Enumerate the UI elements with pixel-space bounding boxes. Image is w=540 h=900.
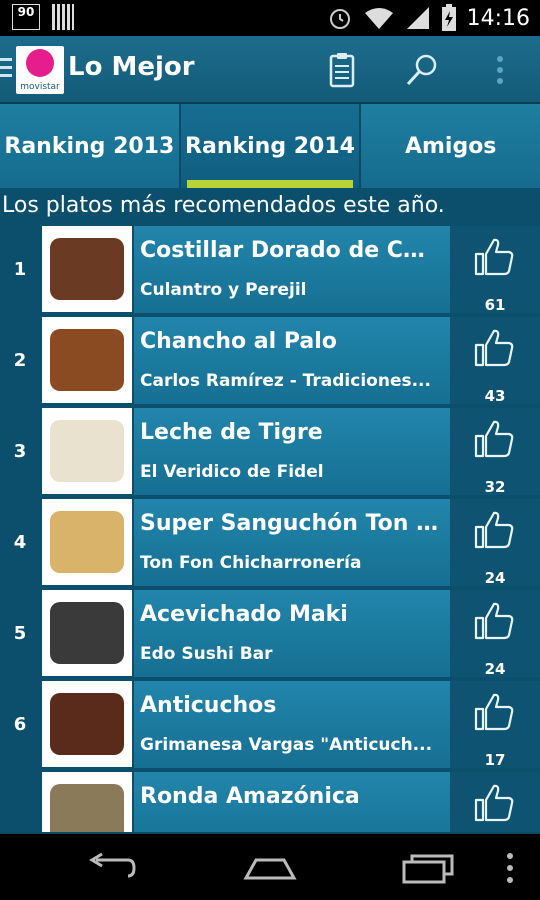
like-count: 24 xyxy=(484,660,506,678)
list-item[interactable]: 6 Anticuchos Grimanesa Vargas "Anticuch.… xyxy=(0,679,540,770)
like-button[interactable]: 32 xyxy=(450,408,540,496)
tab-amigos[interactable]: Amigos xyxy=(361,104,540,188)
clipboard-icon[interactable] xyxy=(322,50,362,90)
dish-info[interactable]: Acevichado Maki Edo Sushi Bar xyxy=(134,590,450,677)
overflow-menu-icon[interactable] xyxy=(490,848,530,888)
list-item[interactable]: 2 Chancho al Palo Carlos Ramírez - Tradi… xyxy=(0,315,540,406)
thumbs-up-icon xyxy=(474,784,514,822)
list-item[interactable]: 3 Leche de Tigre El Veridico de Fidel 32 xyxy=(0,406,540,497)
dish-info[interactable]: Costillar Dorado de Cor... Culantro y Pe… xyxy=(134,226,450,313)
dish-photo xyxy=(42,772,132,832)
like-button[interactable]: 61 xyxy=(450,226,540,314)
like-count: 24 xyxy=(484,569,506,587)
tab-label: Amigos xyxy=(404,133,497,159)
recent-apps-icon[interactable] xyxy=(398,848,458,888)
like-button[interactable]: 43 xyxy=(450,317,540,405)
alarm-icon xyxy=(329,9,350,29)
app-bar: movistar Lo Mejor xyxy=(0,36,540,104)
dish-name: Ronda Amazónica xyxy=(140,784,360,809)
dish-name: Acevichado Maki xyxy=(140,602,348,627)
dish-photo xyxy=(42,499,132,585)
thumbs-up-icon xyxy=(474,693,514,731)
notification-badge: 90 xyxy=(12,4,40,30)
thumbs-up-icon xyxy=(474,329,514,367)
system-nav-bar xyxy=(0,832,540,900)
overflow-menu-icon[interactable] xyxy=(480,50,520,90)
dish-name: Costillar Dorado de Cor... xyxy=(140,238,440,263)
barcode-icon xyxy=(52,4,74,30)
dish-photo xyxy=(42,590,132,676)
restaurant-name: Culantro y Perejil xyxy=(140,280,307,300)
restaurant-name: Grimanesa Vargas "Anticuch... xyxy=(140,735,433,755)
wifi-icon xyxy=(364,8,393,29)
like-count: 17 xyxy=(484,751,506,769)
dish-photo xyxy=(42,317,132,403)
rank-number: 6 xyxy=(0,679,40,770)
signal-icon xyxy=(406,7,429,29)
like-button[interactable] xyxy=(450,772,540,832)
tab-label: Ranking 2013 xyxy=(4,133,175,159)
restaurant-name: El Veridico de Fidel xyxy=(140,462,324,482)
tab-label: Ranking 2014 xyxy=(185,133,355,159)
rank-number: 4 xyxy=(0,497,40,588)
tab-bar: Ranking 2013 Ranking 2014 Amigos xyxy=(0,104,540,188)
app-logo[interactable]: movistar xyxy=(16,46,64,94)
like-button[interactable]: 17 xyxy=(450,681,540,769)
active-tab-indicator xyxy=(186,180,354,188)
battery-icon xyxy=(441,4,456,31)
list-item[interactable]: 5 Acevichado Maki Edo Sushi Bar 24 xyxy=(0,588,540,679)
dish-info[interactable]: Super Sanguchón Ton F... Ton Fon Chichar… xyxy=(134,499,450,586)
restaurant-name: Ton Fon Chicharronería xyxy=(140,553,362,573)
list-item[interactable]: 1 Costillar Dorado de Cor... Culantro y … xyxy=(0,224,540,315)
search-icon[interactable] xyxy=(402,50,442,90)
home-icon[interactable] xyxy=(240,848,300,888)
dish-info[interactable]: Ronda Amazónica xyxy=(134,772,450,832)
dish-photo xyxy=(42,681,132,767)
clock: 14:16 xyxy=(466,5,530,31)
dish-name: Chancho al Palo xyxy=(140,329,337,354)
like-button[interactable]: 24 xyxy=(450,590,540,678)
dish-photo xyxy=(42,226,132,312)
tab-ranking-2013[interactable]: Ranking 2013 xyxy=(0,104,181,188)
like-count: 32 xyxy=(484,478,506,496)
dish-info[interactable]: Chancho al Palo Carlos Ramírez - Tradici… xyxy=(134,317,450,404)
page-title: Lo Mejor xyxy=(68,52,195,82)
rank-number: 5 xyxy=(0,588,40,679)
ranking-list[interactable]: 1 Costillar Dorado de Cor... Culantro y … xyxy=(0,224,540,832)
dish-name: Leche de Tigre xyxy=(140,420,323,445)
like-button[interactable]: 24 xyxy=(450,499,540,587)
list-item[interactable]: 7 Ronda Amazónica xyxy=(0,770,540,832)
like-count: 43 xyxy=(484,387,506,405)
back-icon[interactable] xyxy=(82,848,142,888)
thumbs-up-icon xyxy=(474,420,514,458)
status-bar: 90 14:16 xyxy=(0,0,540,36)
thumbs-up-icon xyxy=(474,238,514,276)
rank-number: 3 xyxy=(0,406,40,497)
restaurant-name: Edo Sushi Bar xyxy=(140,644,273,664)
dish-photo xyxy=(42,408,132,494)
logo-label: movistar xyxy=(20,82,60,92)
dish-info[interactable]: Anticuchos Grimanesa Vargas "Anticuch... xyxy=(134,681,450,768)
like-count: 61 xyxy=(484,296,506,314)
tab-ranking-2014[interactable]: Ranking 2014 xyxy=(180,104,362,188)
thumbs-up-icon xyxy=(474,602,514,640)
rank-number: 2 xyxy=(0,315,40,406)
section-subtitle: Los platos más recomendados este año. xyxy=(0,188,540,224)
restaurant-name: Carlos Ramírez - Tradiciones... xyxy=(140,371,431,391)
rank-number: 7 xyxy=(0,770,40,832)
rank-number: 1 xyxy=(0,224,40,315)
drawer-icon[interactable] xyxy=(0,58,12,80)
list-item[interactable]: 4 Super Sanguchón Ton F... Ton Fon Chich… xyxy=(0,497,540,588)
dish-name: Anticuchos xyxy=(140,693,277,718)
dish-name: Super Sanguchón Ton F... xyxy=(140,511,440,536)
dish-info[interactable]: Leche de Tigre El Veridico de Fidel xyxy=(134,408,450,495)
thumbs-up-icon xyxy=(474,511,514,549)
